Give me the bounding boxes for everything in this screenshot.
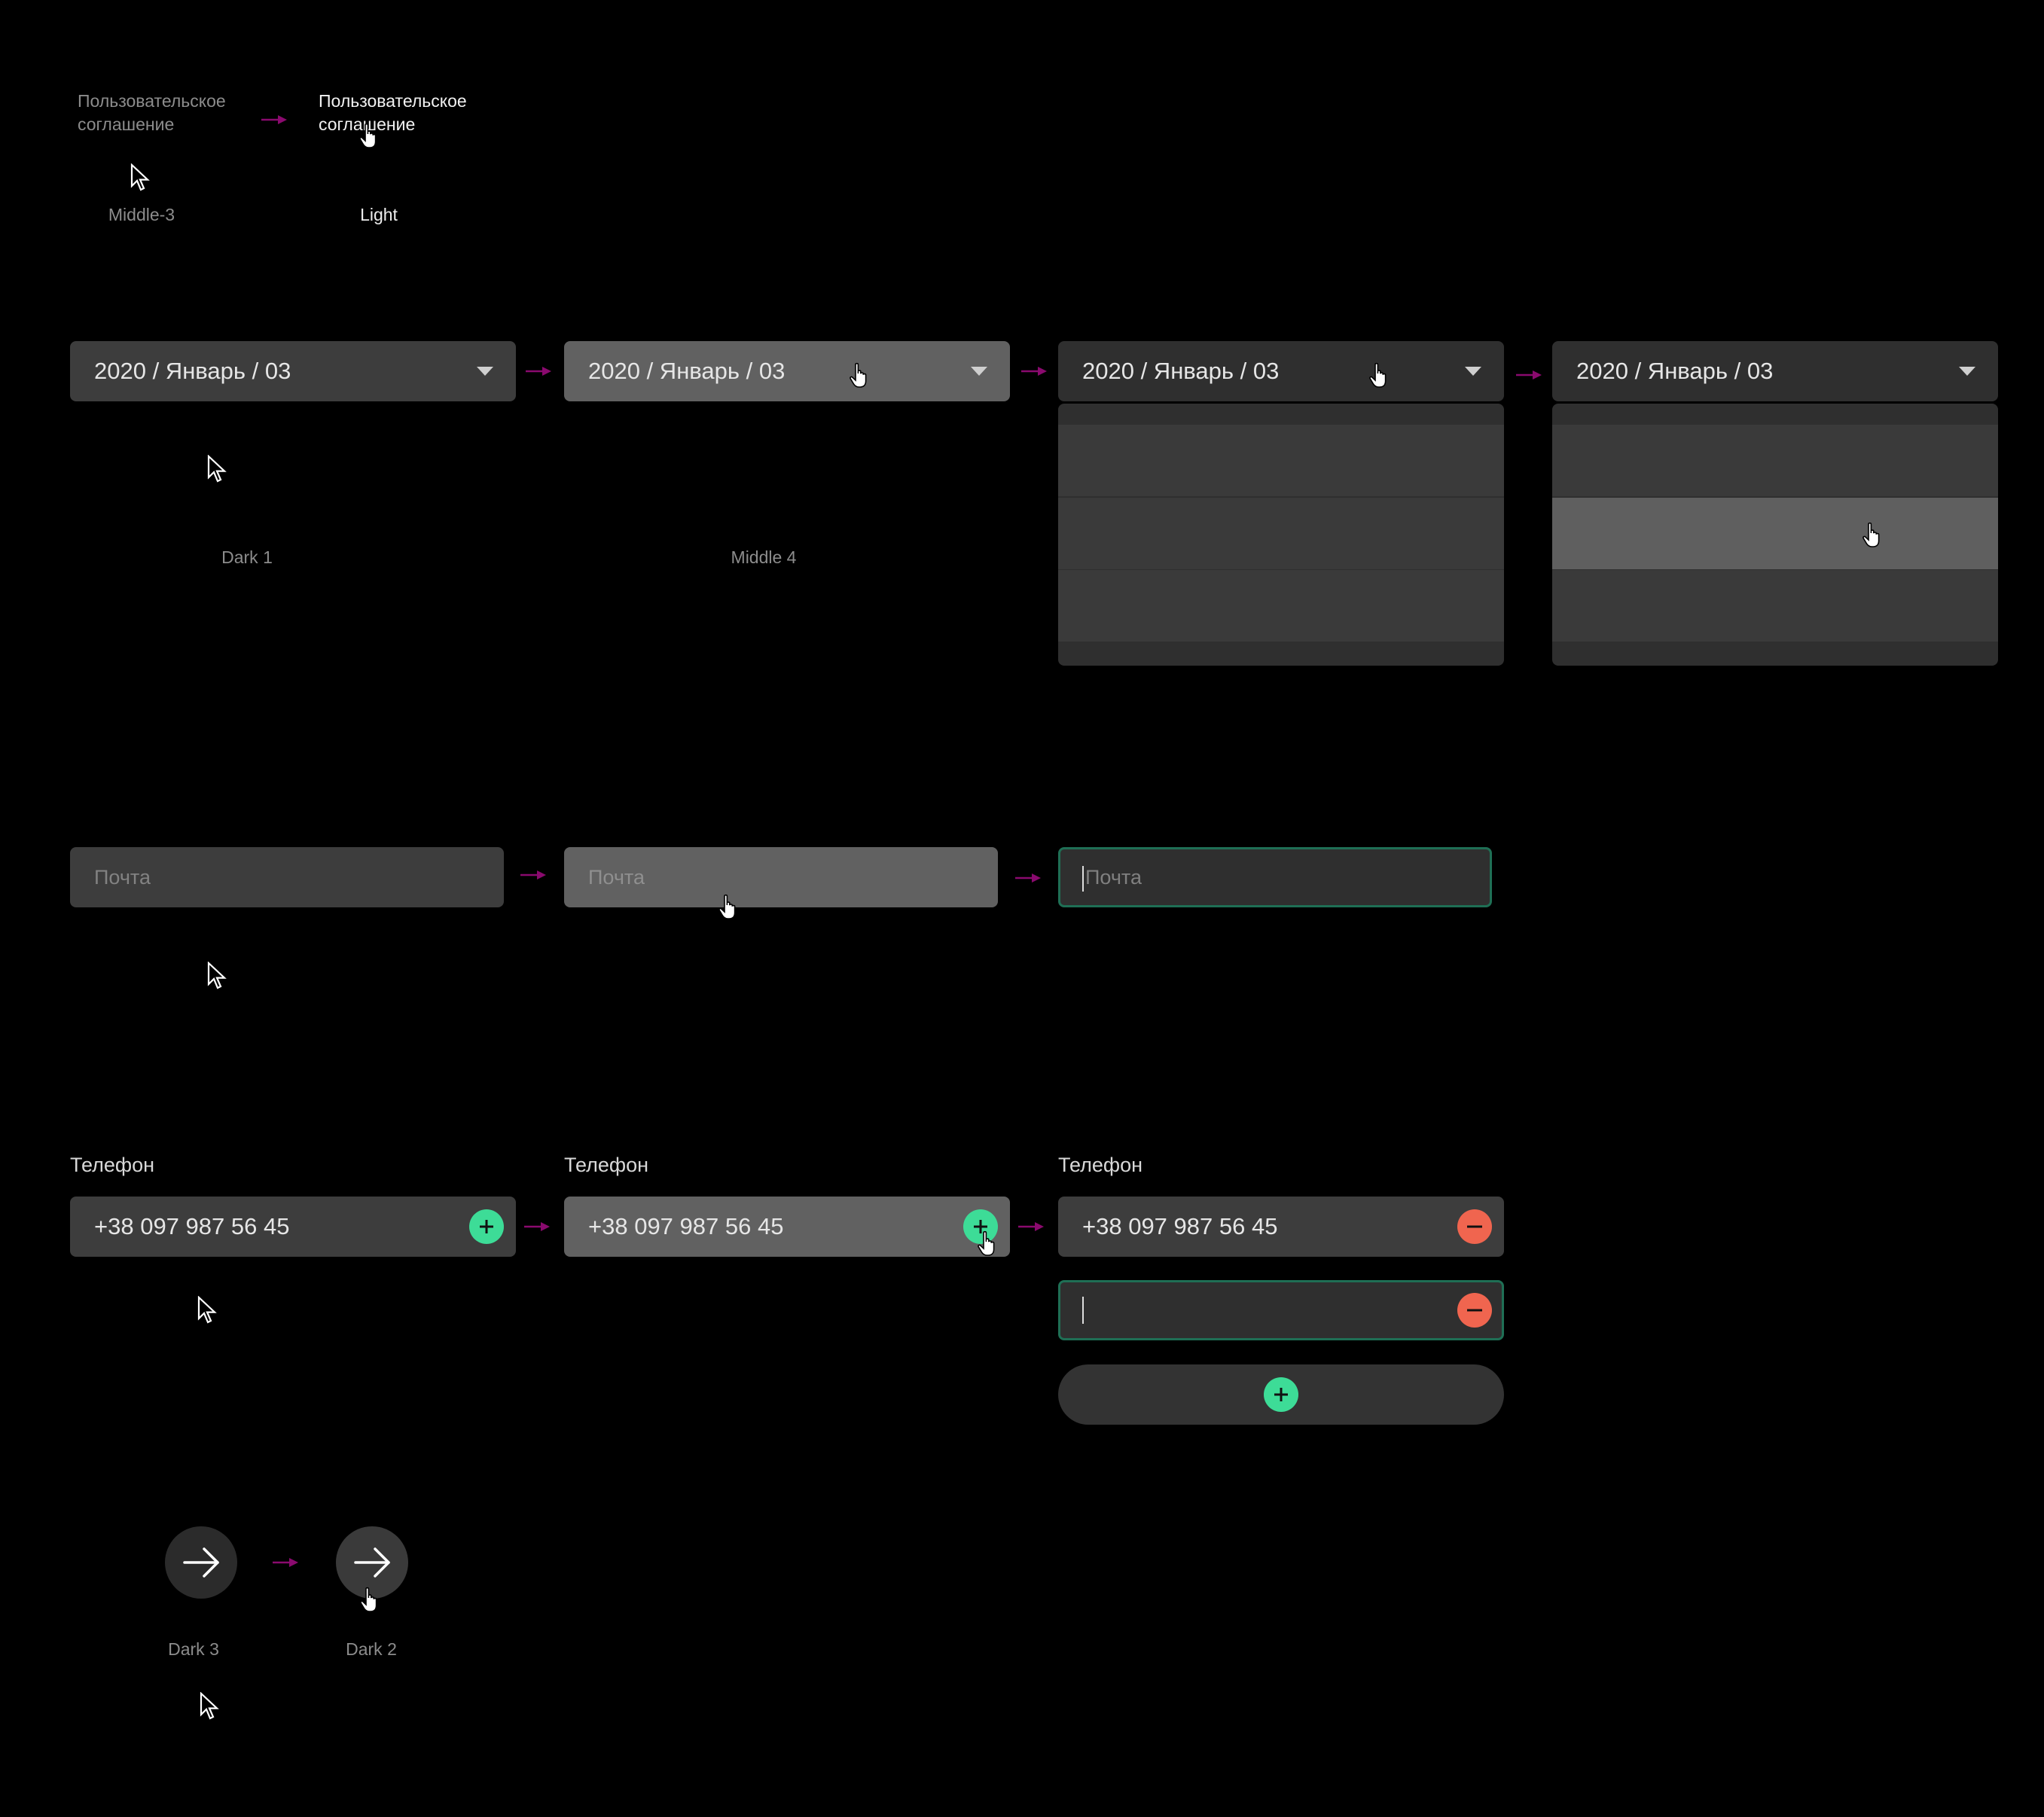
date-dropdown-open-hover[interactable]: 2020 / Январь / 03 [1552, 341, 1998, 401]
chevron-down-icon [971, 367, 987, 376]
dropdown-value: 2020 / Январь / 03 [94, 358, 291, 384]
email-input-hover[interactable]: Почта [564, 847, 998, 907]
next-hover-caption: Dark 2 [346, 1639, 397, 1659]
text-caret [1082, 865, 1084, 892]
phone-label: Телефон [1058, 1154, 1143, 1176]
chevron-down-icon [477, 367, 493, 376]
pointer-cursor-icon [197, 1296, 217, 1324]
plus-icon [1274, 1388, 1288, 1401]
link-line-1: Пользовательское [319, 91, 467, 111]
phone-value: +38 097 987 56 45 [588, 1213, 784, 1239]
dropdown-options-list [1058, 404, 1504, 666]
state-arrow-icon [1015, 873, 1041, 883]
minus-icon [1467, 1309, 1482, 1312]
phone-input-default[interactable]: +38 097 987 56 45 [70, 1197, 516, 1257]
state-arrow-icon [524, 1222, 550, 1231]
add-button-circle [1264, 1377, 1298, 1412]
state-arrow-icon [1021, 367, 1047, 376]
phone-value: +38 097 987 56 45 [1082, 1213, 1278, 1239]
dropdown-options-list [1552, 404, 1998, 666]
phone-value: +38 097 987 56 45 [94, 1213, 290, 1239]
hand-cursor-icon [360, 1587, 377, 1612]
date-dropdown-default[interactable]: 2020 / Январь / 03 [70, 341, 516, 401]
state-arrow-icon [273, 1558, 298, 1567]
state-arrow-icon [261, 115, 287, 124]
dropdown-value: 2020 / Январь / 03 [588, 358, 786, 384]
dropdown-option[interactable] [1552, 570, 1998, 642]
email-input-default[interactable]: Почта [70, 847, 504, 907]
minus-icon [1467, 1225, 1482, 1228]
dropdown-option[interactable] [1058, 425, 1504, 496]
add-another-phone-button[interactable] [1058, 1364, 1504, 1425]
dropdown-option[interactable] [1058, 570, 1504, 642]
dropdown-value: 2020 / Январь / 03 [1576, 358, 1774, 384]
dropdown-option[interactable] [1552, 425, 1998, 496]
remove-phone-button[interactable] [1457, 1293, 1492, 1328]
add-phone-button[interactable] [469, 1209, 504, 1244]
state-arrow-icon [520, 870, 546, 880]
next-button-default[interactable] [165, 1526, 237, 1599]
dropdown-hover-caption: Middle 4 [731, 547, 797, 567]
link-line-1: Пользовательское [78, 91, 226, 111]
date-dropdown-hover[interactable]: 2020 / Январь / 03 [564, 341, 1010, 401]
next-default-caption: Dark 3 [168, 1639, 219, 1659]
phone-input-new-focused[interactable] [1058, 1280, 1504, 1340]
pointer-cursor-icon [200, 1692, 219, 1720]
text-caret [1082, 1297, 1084, 1324]
phone-input-filled[interactable]: +38 097 987 56 45 [1058, 1197, 1504, 1257]
dropdown-value: 2020 / Январь / 03 [1082, 358, 1280, 384]
state-arrow-icon [526, 367, 551, 376]
pointer-cursor-icon [207, 455, 227, 483]
chevron-down-icon [1959, 367, 1975, 376]
dropdown-option[interactable] [1058, 498, 1504, 569]
hand-cursor-icon [1862, 522, 1880, 547]
email-placeholder: Почта [588, 866, 645, 889]
state-arrow-icon [1516, 370, 1542, 380]
hand-cursor-icon [359, 123, 377, 148]
email-placeholder: Почта [94, 866, 151, 889]
agreement-link-hover[interactable]: Пользовательское соглашение [319, 90, 467, 136]
phone-input-hover[interactable]: +38 097 987 56 45 [564, 1197, 1010, 1257]
phone-label: Телефон [564, 1154, 649, 1176]
dropdown-option-hovered[interactable] [1552, 498, 1998, 569]
email-placeholder: Почта [1085, 866, 1142, 889]
hand-cursor-icon [718, 894, 736, 919]
email-input-focused[interactable]: Почта [1058, 847, 1492, 907]
arrow-right-icon [183, 1547, 219, 1578]
state-arrow-icon [1018, 1222, 1044, 1231]
link-line-2: соглашение [78, 114, 175, 134]
remove-phone-button[interactable] [1457, 1209, 1492, 1244]
link-line-2: соглашение [319, 113, 467, 136]
date-dropdown-open[interactable]: 2020 / Январь / 03 [1058, 341, 1504, 401]
phone-label: Телефон [70, 1154, 155, 1176]
hand-cursor-icon [850, 362, 867, 388]
agreement-link-default[interactable]: Пользовательское соглашение [78, 90, 226, 136]
pointer-cursor-icon [207, 962, 227, 989]
link-hover-caption: Light [360, 205, 398, 224]
hand-cursor-icon [1369, 362, 1387, 388]
pointer-cursor-icon [130, 163, 150, 191]
plus-icon [480, 1220, 493, 1233]
hand-cursor-icon [978, 1230, 995, 1256]
link-default-caption: Middle-3 [108, 205, 175, 224]
dropdown-default-caption: Dark 1 [221, 547, 273, 567]
chevron-down-icon [1465, 367, 1481, 376]
